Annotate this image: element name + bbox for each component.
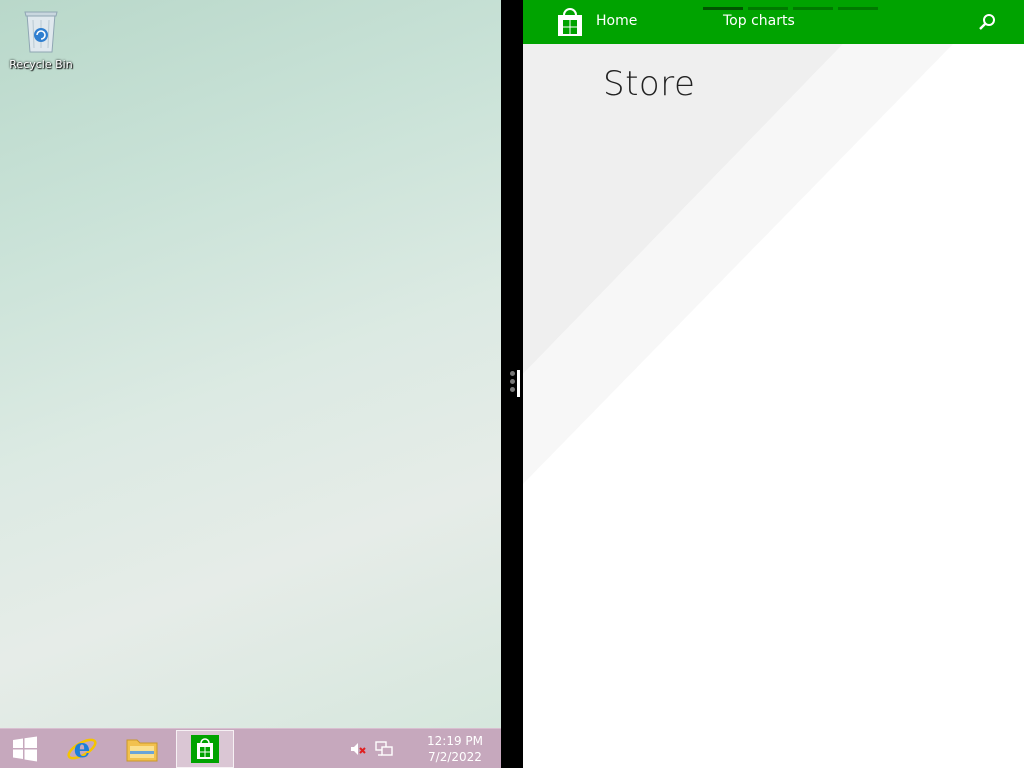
start-button[interactable] <box>0 730 50 768</box>
store-app: Home Top charts Store <box>523 0 1024 768</box>
taskbar-file-explorer[interactable] <box>114 730 170 768</box>
recycle-bin-icon <box>21 6 61 56</box>
windows-logo-icon <box>13 736 37 762</box>
store-logo-icon[interactable] <box>556 7 584 37</box>
nav-home[interactable]: Home <box>596 13 637 29</box>
recycle-bin-shortcut[interactable]: Recycle Bin <box>6 6 76 71</box>
clock-time: 12:19 PM <box>427 734 483 748</box>
taskbar-internet-explorer[interactable]: e <box>54 730 110 768</box>
internet-explorer-icon: e <box>67 734 97 764</box>
search-button[interactable] <box>978 13 996 31</box>
nav-top-charts[interactable]: Top charts <box>723 13 795 29</box>
system-tray <box>348 729 395 768</box>
network-icon[interactable] <box>373 739 395 759</box>
splitter-grip-icon <box>510 371 515 392</box>
store-bag-icon <box>191 735 219 763</box>
folder-icon <box>126 739 158 762</box>
loading-indicator <box>703 7 878 10</box>
clock-date: 7/2/2022 <box>428 750 482 764</box>
taskbar: e 12:19 PM 7/2/2022 <box>0 728 501 768</box>
splitter-handle[interactable] <box>517 370 520 397</box>
search-icon <box>979 14 995 30</box>
taskbar-store[interactable] <box>176 730 234 768</box>
snap-splitter[interactable] <box>501 0 523 768</box>
page-title: Store <box>603 64 696 104</box>
store-background-band <box>523 44 953 484</box>
desktop: Recycle Bin e 12:19 PM 7/2/2022 <box>0 0 501 768</box>
clock[interactable]: 12:19 PM 7/2/2022 <box>427 733 483 765</box>
svg-text:e: e <box>74 734 91 764</box>
recycle-bin-label: Recycle Bin <box>9 58 73 71</box>
speaker-muted-icon[interactable] <box>348 739 368 759</box>
store-nav-bar: Home Top charts <box>523 0 1024 44</box>
